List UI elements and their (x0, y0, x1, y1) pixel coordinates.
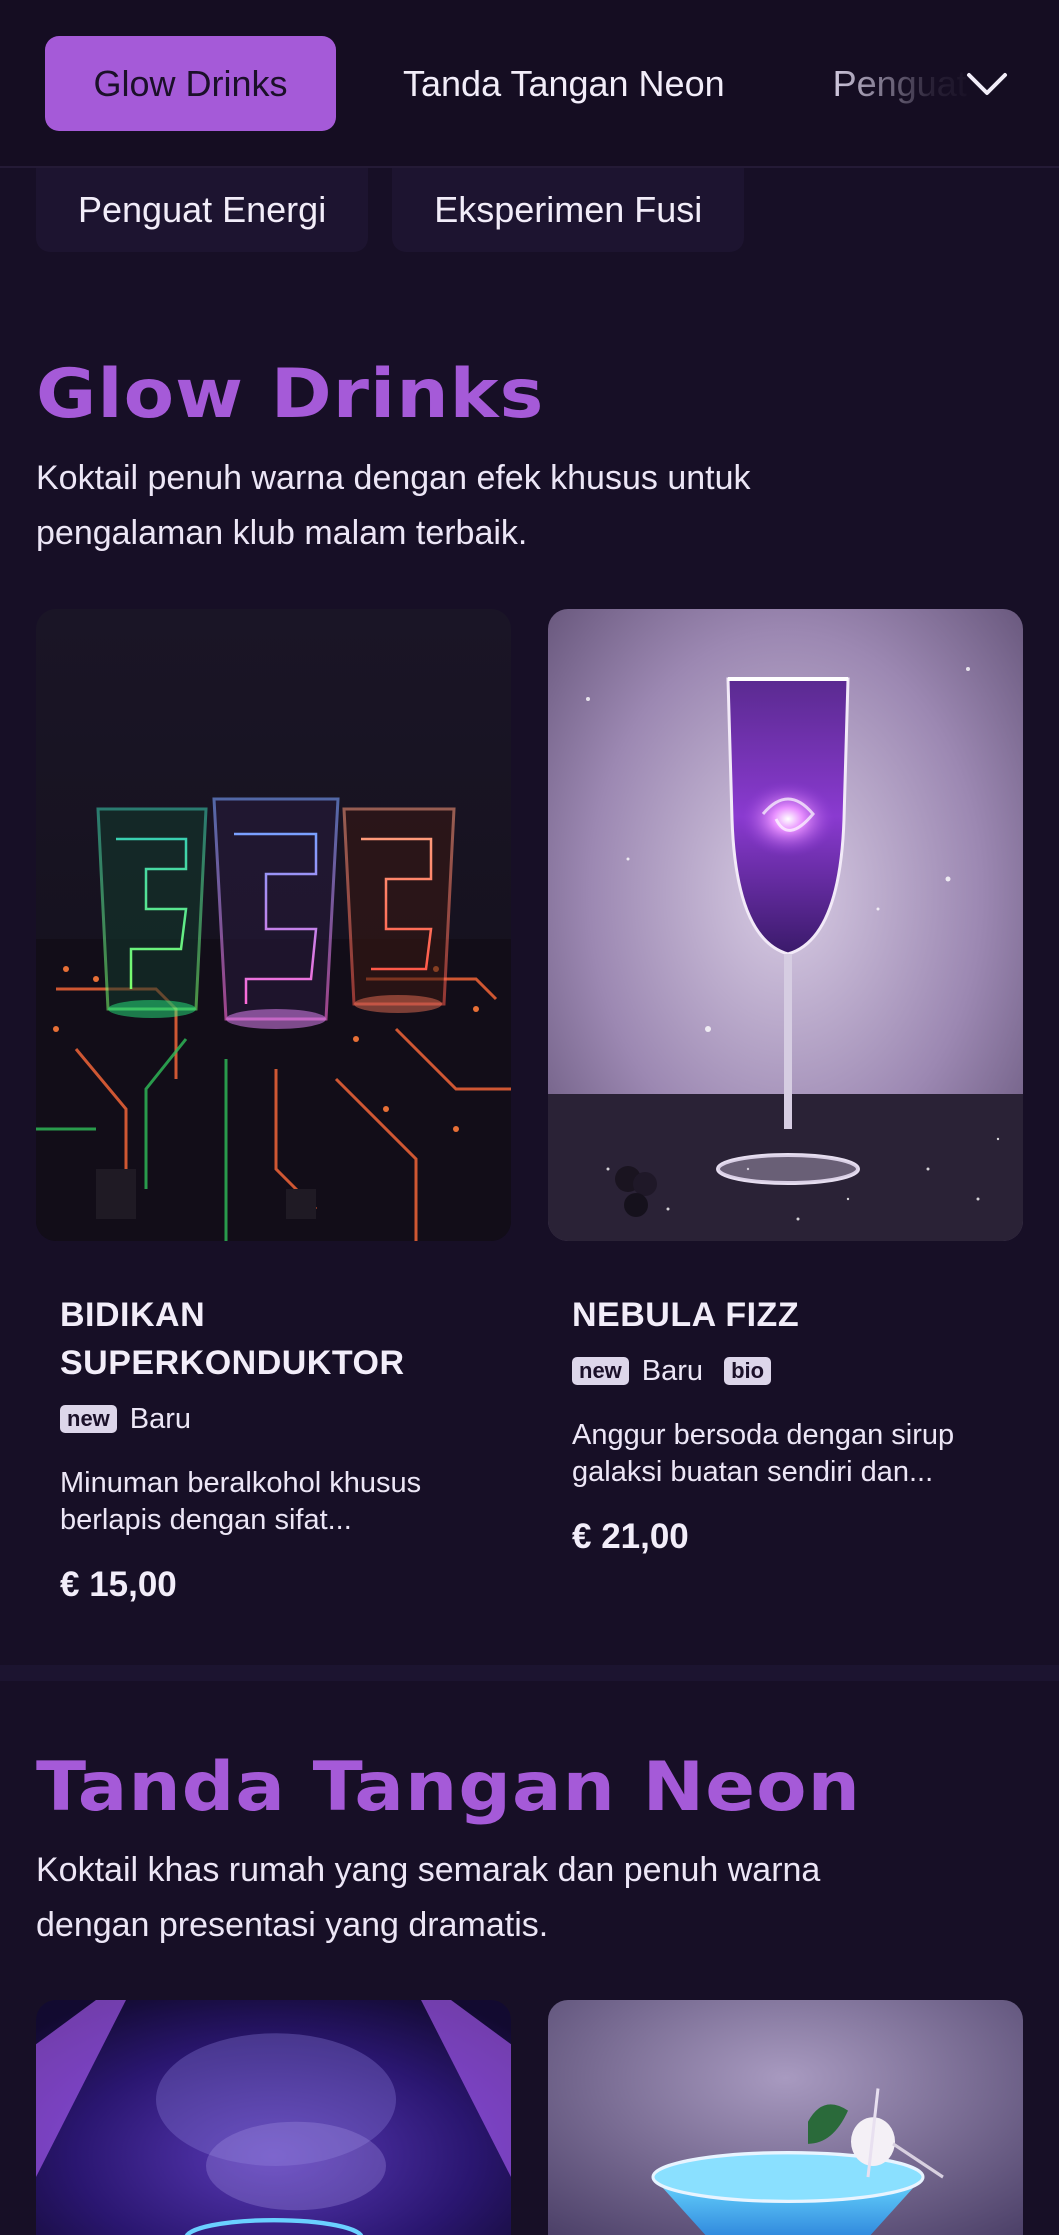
section-title-tanda-tangan-neon: Tanda Tangan Neon (36, 1748, 861, 1827)
menu-card-nebula-fizz[interactable]: NEBULA FIZZ new Baru bio Anggur bersoda … (548, 609, 1023, 1557)
menu-card-blue-cocktail[interactable] (548, 2000, 1023, 2235)
menu-card-body: NEBULA FIZZ new Baru bio Anggur bersoda … (548, 1241, 1023, 1557)
new-label: Baru (641, 1354, 704, 1387)
category-tab-row-secondary: Penguat Energi Eksperimen Fusi (36, 168, 745, 252)
item-name: NEBULA FIZZ (572, 1296, 800, 1334)
section-title-glow-drinks: Glow Drinks (36, 355, 545, 434)
new-badge: new (60, 1405, 117, 1433)
item-description: Minuman beralkohol khusus berlapis denga… (60, 1467, 422, 1536)
bio-badge: bio (724, 1357, 772, 1385)
menu-card-smoky-neon-cocktail[interactable] (36, 2000, 511, 2235)
neon-circuit-shot-glasses-image (36, 609, 511, 1241)
menu-card-bidikan-superkonduktor[interactable]: BIDIKAN SUPERKONDUKTOR new Baru Minuman … (36, 609, 511, 1605)
section-divider (0, 1665, 1059, 1681)
nav-fade-overlay (829, 0, 1059, 166)
item-description: Anggur bersoda dengan sirup galaksi buat… (572, 1419, 955, 1488)
item-tags: new Baru (60, 1399, 487, 1439)
tab-penguat-energi-secondary[interactable]: Penguat Energi (36, 168, 369, 252)
item-tags: new Baru bio (572, 1351, 999, 1391)
blue-cocktail-with-lychee-image (548, 2000, 1023, 2235)
tab-tanda-tangan-neon[interactable]: Tanda Tangan Neon (336, 36, 725, 131)
section-description-glow-drinks: Koktail penuh warna dengan efek khusus u… (36, 459, 751, 552)
menu-card-body: BIDIKAN SUPERKONDUKTOR new Baru Minuman … (36, 1241, 511, 1605)
tab-eksperimen-fusi[interactable]: Eksperimen Fusi (392, 168, 745, 252)
galaxy-champagne-flute-image (548, 609, 1023, 1241)
item-price: € 21,00 (572, 1517, 689, 1556)
new-label: Baru (129, 1402, 192, 1435)
chevron-down-icon[interactable] (965, 62, 1009, 106)
smoky-neon-cocktail-image (36, 2000, 511, 2235)
item-price: € 15,00 (60, 1565, 177, 1604)
item-name: BIDIKAN SUPERKONDUKTOR (60, 1296, 405, 1382)
new-badge: new (572, 1357, 629, 1385)
tab-glow-drinks[interactable]: Glow Drinks (45, 36, 336, 131)
category-nav: Glow Drinks Tanda Tangan Neon Penguat En… (0, 0, 1059, 168)
section-description-tanda-tangan-neon: Koktail khas rumah yang semarak dan penu… (36, 1851, 821, 1944)
